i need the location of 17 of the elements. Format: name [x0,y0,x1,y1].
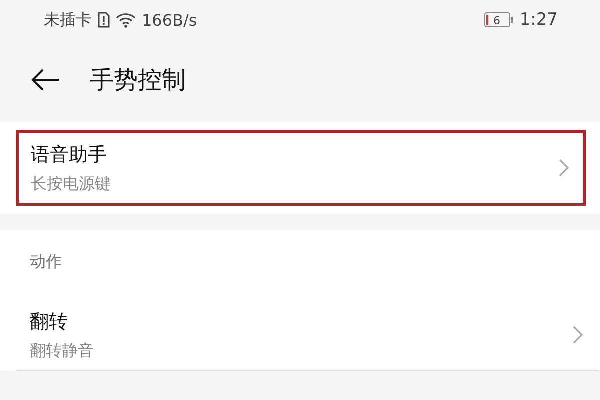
battery-level: 6 [493,14,500,28]
item-subtitle: 长按电源键 [31,174,112,194]
page-title: 手势控制 [90,65,186,96]
carrier-text: 未插卡 [44,10,92,30]
settings-row[interactable]: 翻转 翻转静音 [15,297,600,371]
clock: 1:27 [520,10,558,30]
sim-alert-icon [98,12,110,28]
item-title: 翻转 [30,310,69,334]
item-title: 语音助手 [31,142,108,168]
chevron-icon [559,158,569,178]
item-subtitle: 翻转静音 [30,340,95,362]
network-speed: 166B/s [142,10,198,30]
back-arrow-icon[interactable] [30,68,60,92]
section-heading: 动作 [29,251,63,273]
settings-row[interactable]: 语音助手 长按电源键 [16,130,586,206]
wifi-icon [116,12,136,28]
chevron-icon [573,325,583,345]
